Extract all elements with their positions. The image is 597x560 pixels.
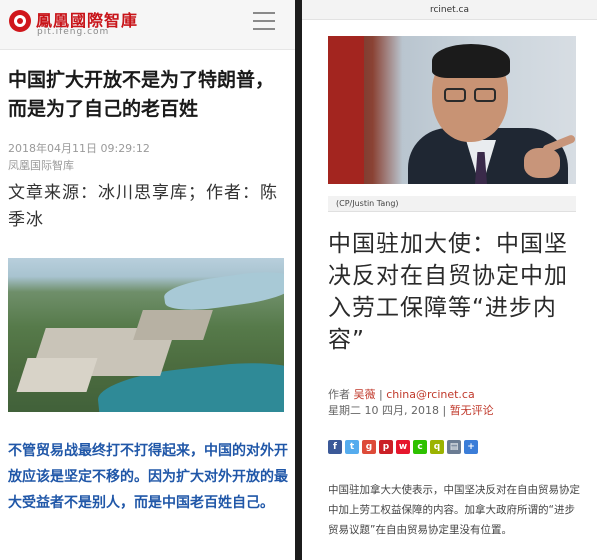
weibo-icon[interactable]: w <box>396 440 410 454</box>
aerial-photo <box>8 258 284 412</box>
author-label: 作者 <box>328 388 350 401</box>
more-icon[interactable]: + <box>464 440 478 454</box>
article-title: 中国驻加大使：中国坚决反对在自贸协定中加入劳工保障等“进步内容” <box>328 231 568 353</box>
article-author-line: 文章来源：冰川思享库；作者：陈季冰 <box>8 183 278 230</box>
author-line: 作者 吴薇 | china@rcinet.ca <box>328 386 475 402</box>
author-name-link[interactable]: 吴薇 <box>354 388 376 401</box>
right-article-screen: rcinet.ca (CP/Justin Tang) 中国驻加大使：中国坚决反对… <box>302 0 597 560</box>
screen-divider <box>295 0 302 560</box>
facebook-icon[interactable]: f <box>328 440 342 454</box>
comments-link[interactable]: 暂无评论 <box>450 404 494 417</box>
wechat-icon[interactable]: c <box>413 440 427 454</box>
hamburger-menu-icon[interactable] <box>253 12 275 30</box>
left-article-screen: 鳳凰國際智庫 pit.ifeng.com 中国扩大开放不是为了特朗普，而是为了自… <box>0 0 295 560</box>
ambassador-photo <box>328 36 576 184</box>
date-line: 星期二 10 四月, 2018 | 暂无评论 <box>328 404 494 417</box>
article-source[interactable]: 凤凰国际智库 <box>8 157 74 173</box>
author-separator: | <box>375 388 387 401</box>
print-icon[interactable]: ▤ <box>447 440 461 454</box>
twitter-icon[interactable]: t <box>345 440 359 454</box>
brand-domain: pit.ifeng.com <box>37 27 110 37</box>
url-bar[interactable]: rcinet.ca <box>302 0 597 20</box>
share-bar: f t g p w c q ▤ + <box>328 440 478 454</box>
google-plus-icon[interactable]: g <box>362 440 376 454</box>
publish-date: 星期二 10 四月, 2018 <box>328 404 439 417</box>
author-email-link[interactable]: china@rcinet.ca <box>386 388 475 401</box>
site-header: 鳳凰國際智庫 pit.ifeng.com <box>0 0 295 50</box>
article-body: 中国驻加拿大大使表示，中国坚决反对在自由贸易协定中加上劳工权益保障的内容。加拿大… <box>328 484 580 536</box>
pinterest-icon[interactable]: p <box>379 440 393 454</box>
article-lead: 不管贸易战最终打不打得起来，中国的对外开放应该是坚定不移的。因为扩大对外开放的最… <box>8 443 288 511</box>
ifeng-logo-icon[interactable] <box>9 10 31 32</box>
photo-credit: (CP/Justin Tang) <box>328 196 576 212</box>
qzone-icon[interactable]: q <box>430 440 444 454</box>
article-date: 2018年04月11日 09:29:12 <box>8 142 150 155</box>
article-title: 中国扩大开放不是为了特朗普，而是为了自己的老百姓 <box>8 69 275 120</box>
